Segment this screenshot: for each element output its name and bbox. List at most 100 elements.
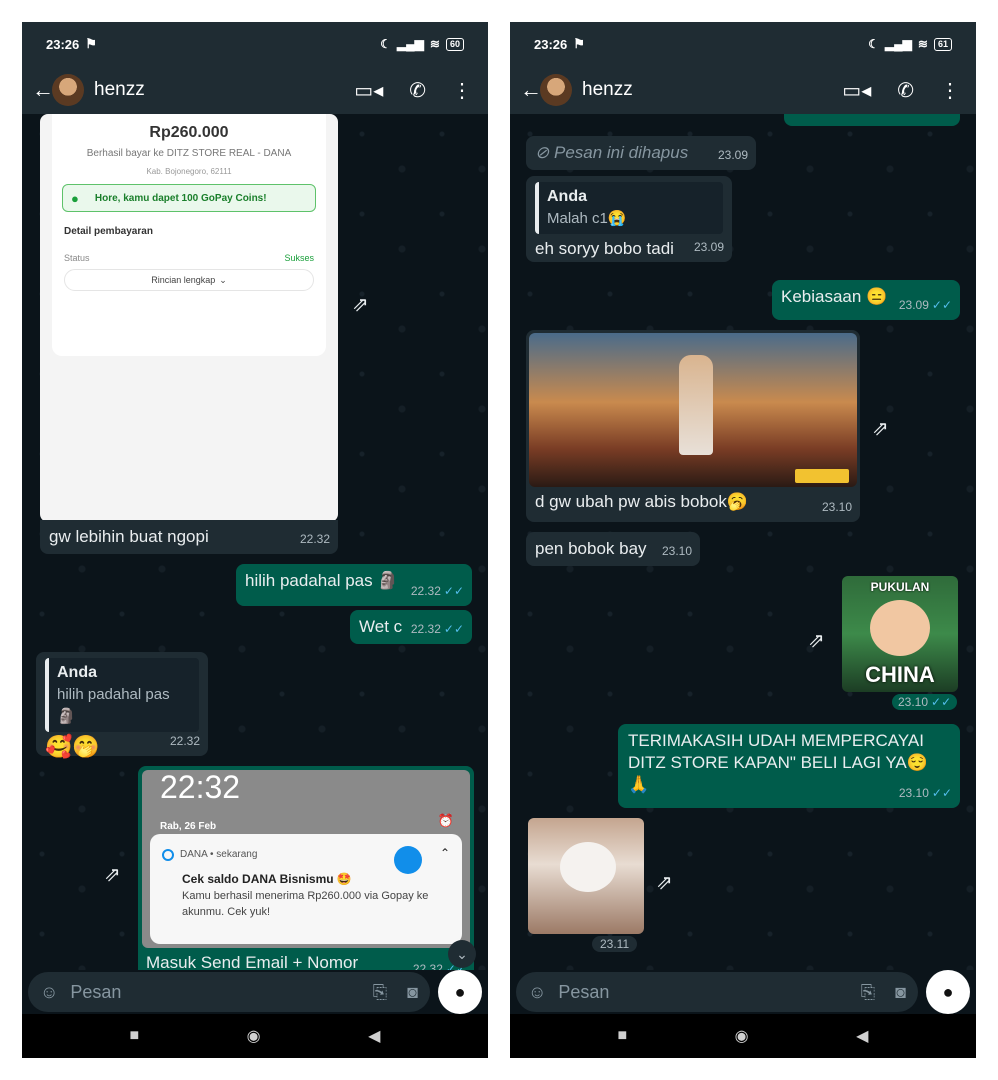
chevron-down-icon: ⌄ [219,274,227,285]
message-out[interactable]: hilih padahal pas 🗿 22.32 ✓✓ [236,564,472,606]
wifi-icon: ≋ [429,37,440,51]
quoted-author: Anda [547,188,587,205]
message-in-reply[interactable]: Anda Malah c1😭 eh soryy bobo tadi 23.09 [526,176,732,262]
avatar[interactable] [540,74,572,106]
recents-icon[interactable]: ■ [130,1027,140,1045]
back-arrow-icon[interactable]: ← [32,77,54,103]
status-bar: 23:26 ⚑ ☾ ▂▄▆ ≋ 61 [510,22,976,66]
back-arrow-icon[interactable]: ← [520,77,542,103]
message-input[interactable]: ☺ Pesan ⎘ ◙ [28,972,430,1012]
sticker-time: 23.11 [592,936,638,952]
message-deleted[interactable]: ⊘ Pesan ini dihapus 23.09 [526,136,756,170]
alarm-icon: ⏰ [437,813,454,828]
status-label: Status [64,253,90,263]
cat-sticker-image[interactable] [528,818,644,934]
message-out-partial[interactable] [784,114,960,126]
contact-name[interactable]: henzz [582,79,633,101]
message-input[interactable]: ☺ Pesan ⎘ ◙ [516,972,918,1012]
home-icon[interactable]: ◉ [735,1026,749,1046]
message-time: 23.10 [661,544,692,558]
receipt-amount: Rp260.000 [149,124,229,141]
gopay-coins-text: Hore, kamu dapet 100 GoPay Coins! [94,192,267,204]
status-time: 23:26 [46,36,80,52]
message-time: 22.32✓✓ [410,584,464,598]
more-menu-icon[interactable]: ⋮ [452,78,472,103]
back-nav-icon[interactable]: ◀ [856,1026,868,1046]
forward-icon[interactable]: ⇗ [656,870,673,895]
recents-icon[interactable]: ■ [618,1027,628,1045]
read-ticks-icon: ✓✓ [931,786,952,800]
sticker-icon[interactable]: ☺ [528,982,546,1003]
composer: ☺ Pesan ⎘ ◙ ● [22,970,488,1014]
avatar[interactable] [52,74,84,106]
video-call-icon[interactable]: ▭◂ [354,78,383,103]
forward-icon[interactable]: ⇗ [808,628,825,653]
notification-card[interactable]: DANA • sekarang ⌃ Cek saldo DANA Bisnism… [150,834,462,944]
camera-icon[interactable]: ◙ [895,982,906,1003]
game-start-button [795,469,849,483]
mic-button[interactable]: ● [926,970,970,1014]
message-time: 23.10 ✓✓ [898,786,952,800]
quoted-message[interactable]: Anda Malah c1😭 [535,182,723,234]
deleted-message: ⊘ Pesan ini dihapus [535,143,689,162]
forward-icon[interactable]: ⇗ [872,416,889,441]
message-in[interactable]: pen bobok bay 23.10 [526,532,700,566]
chat-header: ← henzz ▭◂ ✆ ⋮ [510,66,976,114]
message-text: pen bobok bay [535,539,647,558]
details-button[interactable]: Rincian lengkap ⌄ [64,269,314,291]
receipt-image[interactable]: Rp260.000 Berhasil bayar ke DITZ STORE R… [40,114,338,522]
payment-detail-title: Detail pembayaran [64,226,153,237]
quoted-message[interactable]: Anda hilih padahal pas 🗿 [45,658,199,732]
message-out[interactable]: TERIMAKASIH UDAH MEMPERCAYAI DITZ STORE … [618,724,960,808]
message-text: Wet c [359,617,403,636]
chevron-up-icon[interactable]: ⌃ [440,842,450,864]
video-call-icon[interactable]: ▭◂ [842,78,871,103]
phone-call-icon[interactable]: ✆ [897,78,914,103]
message-in-image[interactable]: d gw ubah pw abis bobok🥱 23.10 [526,330,860,522]
message-out-image[interactable]: 22:32 Rab, 26 Feb ⏰ DANA • sekarang ⌃ Ce… [138,766,474,970]
chat-header: ← henzz ▭◂ ✆ ⋮ [22,66,488,114]
lockscreen-clock: 22:32 [160,769,241,805]
mic-button[interactable]: ● [438,970,482,1014]
notification-body: Kamu berhasil menerima Rp260.000 via Gop… [182,890,429,918]
home-icon[interactable]: ◉ [247,1026,261,1046]
chat-area[interactable]: ⊘ Pesan ini dihapus 23.09 Anda Malah c1😭… [510,114,976,970]
phone-call-icon[interactable]: ✆ [409,78,426,103]
game-screenshot[interactable] [529,333,857,487]
camera-icon[interactable]: ◙ [407,982,418,1003]
more-menu-icon[interactable]: ⋮ [940,78,960,103]
back-nav-icon[interactable]: ◀ [368,1026,380,1046]
sticker-image[interactable]: PUKULAN CHINA [842,576,958,692]
signal-icon: ▂▄▆ [884,37,912,51]
notification-screenshot[interactable]: 22:32 Rab, 26 Feb ⏰ DANA • sekarang ⌃ Ce… [142,770,470,948]
cat-face [560,842,616,892]
sticker-top-text: PUKULAN [870,580,930,594]
message-time: 22.32 [299,532,330,546]
check-circle-icon: ● [71,190,79,206]
composer: ☺ Pesan ⎘ ◙ ● [510,970,976,1014]
message-out[interactable]: Kebiasaan 😑 23.09 ✓✓ [772,280,960,320]
attach-icon[interactable]: ⎘ [861,982,875,1003]
signal-icon: ▂▄▆ [396,37,424,51]
moon-icon: ☾ [380,37,391,51]
chat-area[interactable]: Rp260.000 Berhasil bayar ke DITZ STORE R… [22,114,488,970]
double-chevron-down-icon: ⌄ [456,945,468,962]
quoted-author: Anda [57,664,97,681]
attach-icon[interactable]: ⎘ [373,982,387,1003]
message-time: 22.32✓✓ [410,622,464,636]
contact-name[interactable]: henzz [94,79,145,101]
sticker-icon[interactable]: ☺ [40,982,58,1003]
moon-icon: ☾ [868,37,879,51]
scroll-down-button[interactable]: ⌄ [448,940,476,968]
blocked-icon: ⊘ [535,143,550,162]
message-text: gw lebihin buat ngopi [49,527,209,546]
battery-icon: 60 [445,37,464,51]
message-out[interactable]: Wet c 22.32 ✓✓ [350,610,472,644]
forward-icon[interactable]: ⇗ [104,862,121,887]
receipt-location: Kab. Bojonegoro, 62111 [146,167,232,176]
forward-icon[interactable]: ⇗ [352,292,369,317]
message-in[interactable]: gw lebihin buat ngopi 22.32 [40,520,338,554]
message-text: d gw ubah pw abis bobok🥱 [535,492,749,511]
message-in-reply[interactable]: Anda hilih padahal pas 🗿 🥰🤭 22.32 [36,652,208,758]
read-ticks-icon: ✓✓ [443,584,464,598]
